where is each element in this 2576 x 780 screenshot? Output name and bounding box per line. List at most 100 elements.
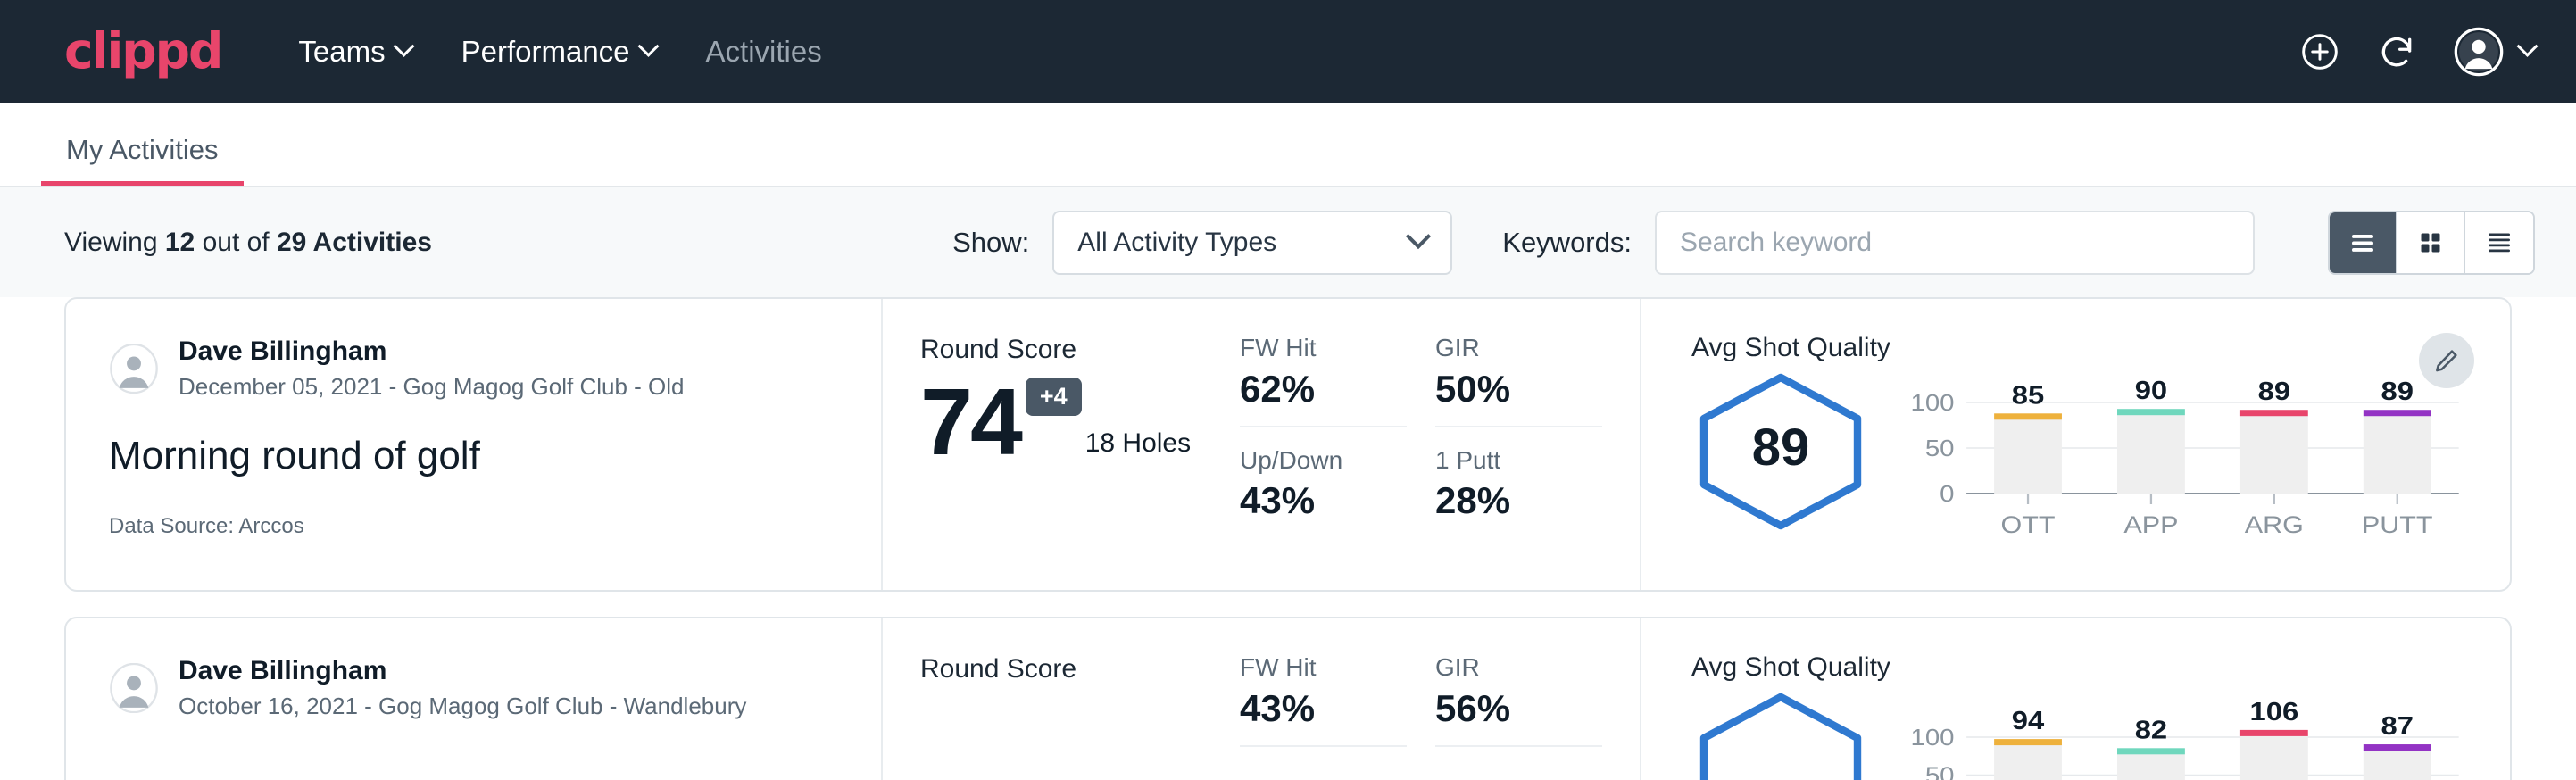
stat-gir: GIR 50% — [1435, 333, 1602, 427]
activity-card-list: Dave Billingham December 05, 2021 - Gog … — [0, 297, 2576, 780]
svg-text:ARG: ARG — [2245, 512, 2304, 539]
stat-value: 28% — [1435, 480, 1602, 521]
avg-shot-quality-label: Avg Shot Quality — [1691, 652, 2469, 683]
activity-card[interactable]: Dave Billingham October 16, 2021 - Gog M… — [64, 617, 2512, 780]
refresh-icon — [2377, 32, 2416, 71]
svg-text:85: 85 — [2012, 380, 2044, 410]
compact-view-button[interactable] — [2465, 212, 2533, 273]
round-score-section: Round Score — [883, 618, 1240, 780]
filter-controls: Show: All Activity Types Keywords: — [952, 211, 2535, 275]
round-score-row: 74 +4 18 Holes — [920, 378, 1240, 468]
data-source: Data Source: Arccos — [109, 514, 838, 539]
svg-text:87: 87 — [2381, 711, 2414, 741]
nav-item-performance[interactable]: Performance — [461, 35, 656, 69]
viewing-count: 12 — [165, 228, 195, 257]
svg-text:82: 82 — [2135, 715, 2167, 744]
bar-chart-svg: 05010094OTT82APP106ARG87PUTT — [1904, 692, 2469, 780]
stat-label: Up/Down — [1240, 445, 1407, 476]
svg-text:89: 89 — [2258, 377, 2290, 406]
clippd-logo[interactable]: clippd — [64, 27, 221, 76]
avatar — [109, 344, 159, 394]
stat-fw-hit: FW Hit 62% — [1240, 333, 1407, 427]
svg-text:50: 50 — [1925, 436, 1955, 461]
stat-value: 62% — [1240, 369, 1407, 410]
chevron-down-icon — [2516, 36, 2538, 57]
svg-text:0: 0 — [1940, 481, 1954, 507]
player-row: Dave Billingham October 16, 2021 - Gog M… — [109, 654, 838, 721]
round-score-section: Round Score 74 +4 18 Holes — [883, 299, 1240, 590]
nav-item-activities[interactable]: Activities — [706, 35, 822, 69]
activity-meta: October 16, 2021 - Gog Magog Golf Club -… — [179, 692, 746, 722]
stat-label: GIR — [1435, 652, 1602, 683]
activity-summary: Dave Billingham October 16, 2021 - Gog M… — [66, 618, 883, 780]
chevron-down-icon — [637, 36, 659, 57]
avg-shot-quality-value — [1691, 692, 1870, 780]
avg-shot-quality-value: 89 — [1691, 372, 1870, 522]
svg-text:100: 100 — [1910, 390, 1954, 416]
viewing-count-text: Viewing 12 out of 29 Activities — [64, 228, 432, 258]
tab-bar: My Activities — [0, 103, 2576, 187]
player-name: Dave Billingham — [179, 654, 746, 688]
nav-item-label: Activities — [706, 35, 822, 69]
user-menu[interactable] — [2454, 27, 2535, 77]
nav-right-actions — [2300, 27, 2535, 77]
score-delta-badge: +4 — [1026, 378, 1082, 416]
viewing-prefix: Viewing — [64, 228, 165, 257]
stat-label: FW Hit — [1240, 652, 1407, 683]
stat-label: 1 Putt — [1435, 445, 1602, 476]
round-score-value: 74 — [920, 378, 1020, 468]
refresh-button[interactable] — [2377, 32, 2416, 71]
svg-text:94: 94 — [2012, 706, 2045, 735]
player-row: Dave Billingham December 05, 2021 - Gog … — [109, 335, 838, 402]
chevron-down-icon — [393, 36, 414, 57]
list-view-button[interactable] — [2330, 212, 2397, 273]
chevron-down-icon — [1406, 223, 1431, 248]
svg-text:PUTT: PUTT — [2362, 512, 2433, 539]
edit-activity-button[interactable] — [2419, 333, 2474, 388]
avatar — [109, 663, 159, 713]
player-name: Dave Billingham — [179, 335, 685, 369]
nav-item-label: Performance — [461, 35, 630, 69]
stat-value: 50% — [1435, 369, 1602, 410]
show-label: Show: — [952, 227, 1029, 259]
svg-text:OTT: OTT — [2001, 512, 2056, 539]
activity-title: Morning round of golf — [109, 434, 838, 478]
nav-item-teams[interactable]: Teams — [298, 35, 411, 69]
top-navigation-bar: clippd Teams Performance Activities — [0, 0, 2576, 103]
avg-shot-quality-label: Avg Shot Quality — [1691, 333, 2469, 363]
shot-quality-hexagon — [1691, 692, 1888, 780]
filter-bar: Viewing 12 out of 29 Activities Show: Al… — [0, 187, 2576, 297]
round-stats-grid: FW Hit 43% GIR 56% — [1240, 618, 1641, 780]
grid-view-icon — [2414, 227, 2447, 259]
pencil-edit-icon — [2432, 346, 2461, 375]
avg-shot-quality-section: Avg Shot Quality 89 05010085OTT90APP89AR… — [1641, 299, 2510, 590]
stat-value: 56% — [1435, 688, 1602, 729]
add-button[interactable] — [2300, 32, 2339, 71]
activity-card[interactable]: Dave Billingham December 05, 2021 - Gog … — [64, 297, 2512, 592]
round-stats-grid: FW Hit 62% GIR 50% Up/Down 43% 1 Putt 28… — [1240, 299, 1641, 590]
stat-fw-hit: FW Hit 43% — [1240, 652, 1407, 747]
view-toggle-group — [2328, 211, 2535, 275]
stat-label: GIR — [1435, 333, 1602, 363]
user-avatar-icon — [2454, 27, 2504, 77]
stat-one-putt: 1 Putt 28% — [1435, 445, 1602, 538]
compact-list-icon — [2483, 227, 2515, 259]
shot-quality-hexagon: 89 — [1691, 372, 1888, 535]
activity-summary: Dave Billingham December 05, 2021 - Gog … — [66, 299, 883, 590]
tab-my-activities[interactable]: My Activities — [41, 136, 244, 186]
activity-type-select[interactable]: All Activity Types — [1052, 211, 1452, 275]
list-view-icon — [2347, 227, 2379, 259]
svg-text:APP: APP — [2123, 512, 2178, 539]
shot-quality-bar-chart: 05010085OTT90APP89ARG89PUTT — [1904, 372, 2469, 542]
stat-up-down: Up/Down 43% — [1240, 445, 1407, 538]
stat-value: 43% — [1240, 688, 1407, 729]
svg-text:89: 89 — [2381, 377, 2414, 406]
round-score-label: Round Score — [920, 654, 1240, 685]
grid-view-button[interactable] — [2397, 212, 2465, 273]
nav-item-label: Teams — [298, 35, 385, 69]
svg-text:100: 100 — [1910, 725, 1954, 751]
svg-text:106: 106 — [2250, 697, 2299, 726]
search-input[interactable] — [1655, 211, 2255, 275]
round-score-label: Round Score — [920, 335, 1240, 365]
activity-meta: December 05, 2021 - Gog Magog Golf Club … — [179, 372, 685, 402]
